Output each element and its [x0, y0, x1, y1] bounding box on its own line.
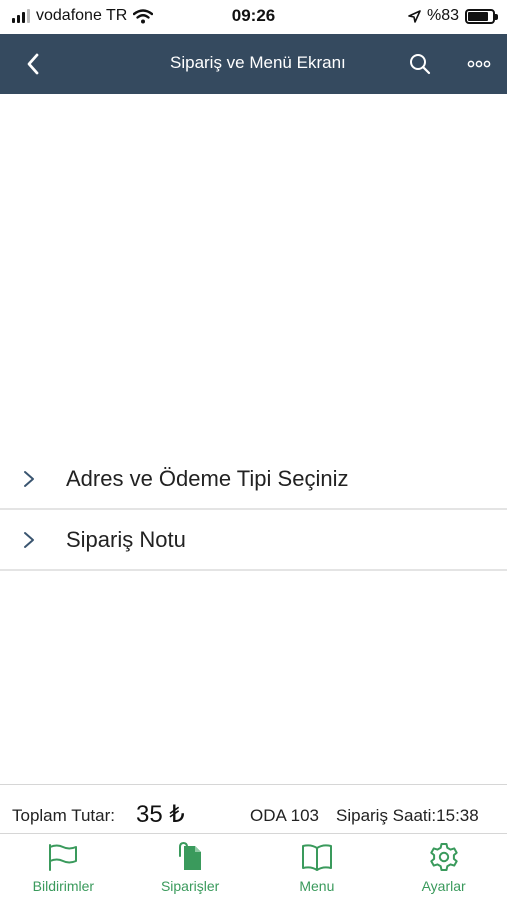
- order-icon: [179, 842, 202, 870]
- order-time: Sipariş Saati:15:38: [336, 806, 479, 825]
- total-amount: 35 ₺: [136, 801, 185, 828]
- battery-icon: [465, 8, 498, 24]
- gear-icon: [429, 843, 458, 871]
- status-right: %83: [408, 7, 498, 25]
- search-button[interactable]: [405, 49, 435, 79]
- tab-label: Menu: [299, 878, 335, 894]
- tab-label: Siparişler: [160, 878, 220, 894]
- more-icon: [467, 60, 491, 68]
- back-button[interactable]: [18, 49, 48, 79]
- room-number: ODA 103: [250, 806, 319, 825]
- total-label: Toplam Tutar:: [12, 806, 115, 825]
- book-icon: [301, 844, 332, 871]
- tab-menu[interactable]: Menu: [254, 834, 381, 900]
- more-button[interactable]: [462, 49, 496, 79]
- list-item-label: Adres ve Ödeme Tipi Seçiniz: [66, 466, 349, 491]
- tab-bar: Bildirimler Siparişler Menu Ayarlar: [0, 834, 507, 900]
- chevron-right-icon: [24, 532, 34, 548]
- page-title: Sipariş ve Menü Ekranı: [170, 53, 346, 72]
- tab-label: Ayarlar: [421, 878, 466, 894]
- chevron-right-icon: [24, 471, 34, 487]
- status-bar: vodafone TR 09:26 %83: [0, 0, 507, 34]
- tab-label: Bildirimler: [32, 878, 95, 894]
- tab-ayarlar[interactable]: Ayarlar: [380, 834, 507, 900]
- flag-icon: [49, 844, 78, 871]
- back-chevron-icon: [27, 53, 39, 75]
- order-summary: Toplam Tutar: 35 ₺ ODA 103 Sipariş Saati…: [0, 784, 507, 834]
- battery-percent: %83: [426, 7, 459, 24]
- search-icon: [410, 54, 431, 75]
- location-icon: [408, 9, 421, 23]
- list-item-order-note[interactable]: Sipariş Notu: [0, 510, 507, 571]
- tab-siparisler[interactable]: Siparişler: [127, 834, 254, 900]
- list-item-label: Sipariş Notu: [66, 527, 186, 552]
- battery-fill: [468, 11, 488, 21]
- tab-bildirimler[interactable]: Bildirimler: [0, 834, 127, 900]
- options-list: Adres ve Ödeme Tipi Seçiniz Sipariş Notu: [0, 449, 507, 571]
- list-item-address-payment[interactable]: Adres ve Ödeme Tipi Seçiniz: [0, 449, 507, 510]
- nav-bar: Sipariş ve Menü Ekranı: [0, 34, 507, 94]
